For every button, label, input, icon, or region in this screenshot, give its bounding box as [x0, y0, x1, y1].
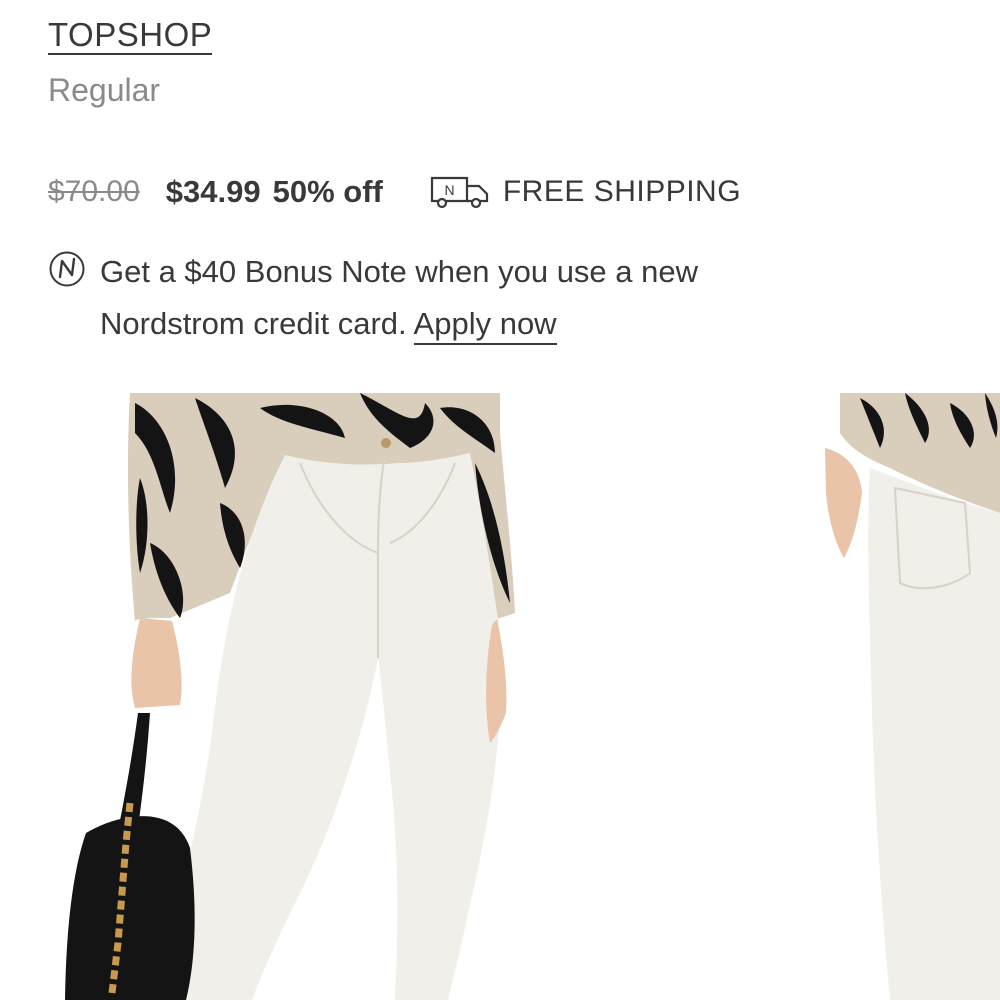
product-image-front[interactable] [0, 393, 660, 1000]
bonus-note-message: Get a $40 Bonus Note when you use a new … [100, 254, 699, 341]
product-image-back[interactable] [800, 393, 1000, 1000]
delivery-truck-icon: N [430, 176, 488, 209]
fit-label: Regular [48, 72, 161, 108]
nordstrom-note-icon [49, 251, 85, 287]
truck-icon-letter: N [444, 182, 454, 198]
bonus-note-text: Get a $40 Bonus Note when you use a new … [100, 246, 820, 350]
product-image-carousel[interactable] [0, 393, 1000, 1000]
free-shipping-label: FREE SHIPPING [502, 175, 742, 208]
price-row: $70.00 $34.99 50% off N FREE SHIPPING [48, 170, 741, 214]
apply-now-link[interactable]: Apply now [413, 306, 557, 345]
sale-price: $34.99 [165, 174, 261, 209]
brand-link[interactable]: TOPSHOP [48, 17, 213, 55]
discount-badge: 50% off [272, 174, 383, 209]
original-price: $70.00 [48, 175, 140, 208]
